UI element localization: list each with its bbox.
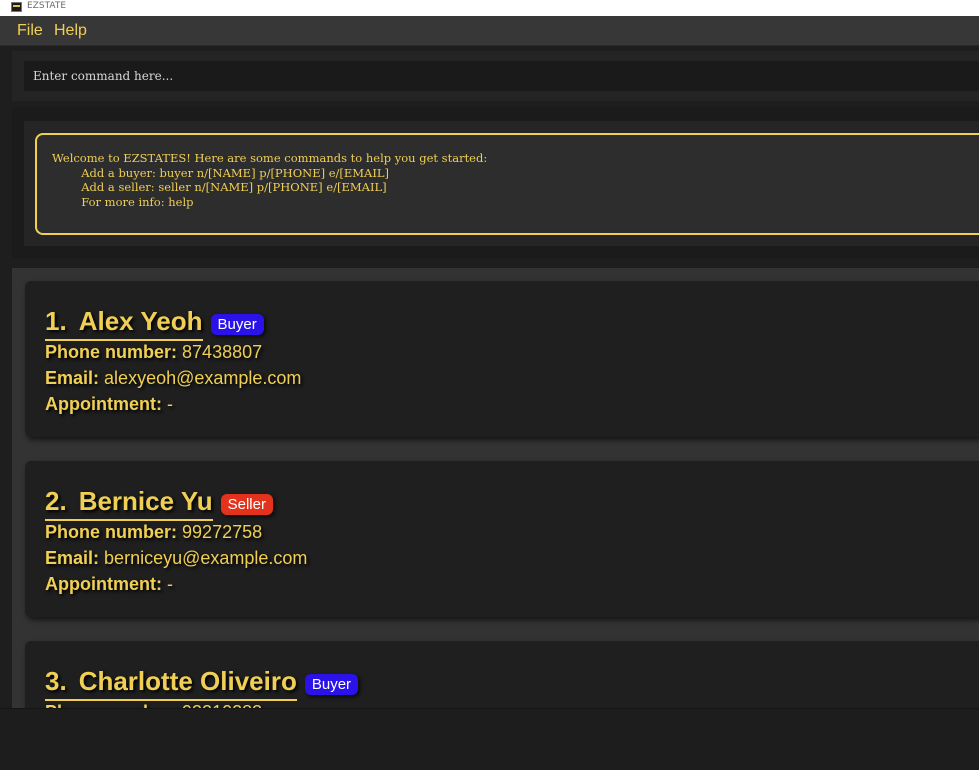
phone-field: Phone number: 87438807 — [45, 342, 262, 363]
app-logo-icon — [11, 2, 22, 12]
appointment-field: Appointment: - — [45, 394, 173, 415]
phone-value: 87438807 — [182, 342, 263, 362]
email-field: Email: alexyeoh@example.com — [45, 368, 301, 389]
person-card[interactable]: 2. Bernice Yu Seller Phone number: 99272… — [25, 461, 979, 617]
appointment-label: Appointment: — [45, 394, 162, 414]
seller-tag: Seller — [220, 494, 273, 515]
result-display[interactable]: Welcome to EZSTATES! Here are some comma… — [35, 133, 979, 235]
email-label: Email: — [45, 548, 100, 568]
person-name: Bernice Yu — [78, 486, 213, 516]
menu-file[interactable]: File — [17, 22, 43, 40]
person-index: 2. — [45, 486, 67, 516]
name-row: 3. Charlotte Oliveiro Buyer — [45, 661, 359, 701]
menu-bar: File Help — [0, 16, 979, 46]
command-input[interactable] — [24, 61, 979, 91]
person-name-heading: 1. Alex Yeoh — [45, 306, 203, 341]
buyer-tag: Buyer — [210, 314, 264, 335]
phone-field: Phone number: 99272758 — [45, 522, 262, 543]
person-name-heading: 3. Charlotte Oliveiro — [45, 666, 297, 701]
appointment-value: - — [167, 394, 173, 414]
person-index: 3. — [45, 666, 67, 696]
status-bar — [0, 708, 979, 770]
email-field: Email: berniceyu@example.com — [45, 548, 307, 569]
appointment-value: - — [167, 574, 173, 594]
person-name: Alex Yeoh — [78, 306, 203, 336]
window-title: EZSTATE — [27, 1, 67, 11]
email-value: berniceyu@example.com — [104, 548, 308, 568]
appointment-label: Appointment: — [45, 574, 162, 594]
person-name: Charlotte Oliveiro — [78, 666, 297, 696]
person-card[interactable]: 1. Alex Yeoh Buyer Phone number: 8743880… — [25, 281, 979, 437]
result-message: Welcome to EZSTATES! Here are some comma… — [52, 151, 488, 209]
name-row: 2. Bernice Yu Seller — [45, 481, 273, 521]
email-value: alexyeoh@example.com — [104, 368, 302, 388]
person-name-heading: 2. Bernice Yu — [45, 486, 213, 521]
appointment-field: Appointment: - — [45, 574, 173, 595]
name-row: 1. Alex Yeoh Buyer — [45, 301, 264, 341]
title-bar: EZSTATE — [0, 0, 979, 16]
phone-value: 99272758 — [182, 522, 263, 542]
phone-label: Phone number: — [45, 522, 178, 542]
email-label: Email: — [45, 368, 100, 388]
person-index: 1. — [45, 306, 67, 336]
buyer-tag: Buyer — [304, 674, 359, 695]
person-list[interactable]: 1. Alex Yeoh Buyer Phone number: 8743880… — [12, 268, 979, 708]
phone-label: Phone number: — [45, 342, 178, 362]
person-card[interactable]: 3. Charlotte Oliveiro Buyer Phone number… — [25, 641, 979, 708]
menu-help[interactable]: Help — [54, 22, 87, 40]
